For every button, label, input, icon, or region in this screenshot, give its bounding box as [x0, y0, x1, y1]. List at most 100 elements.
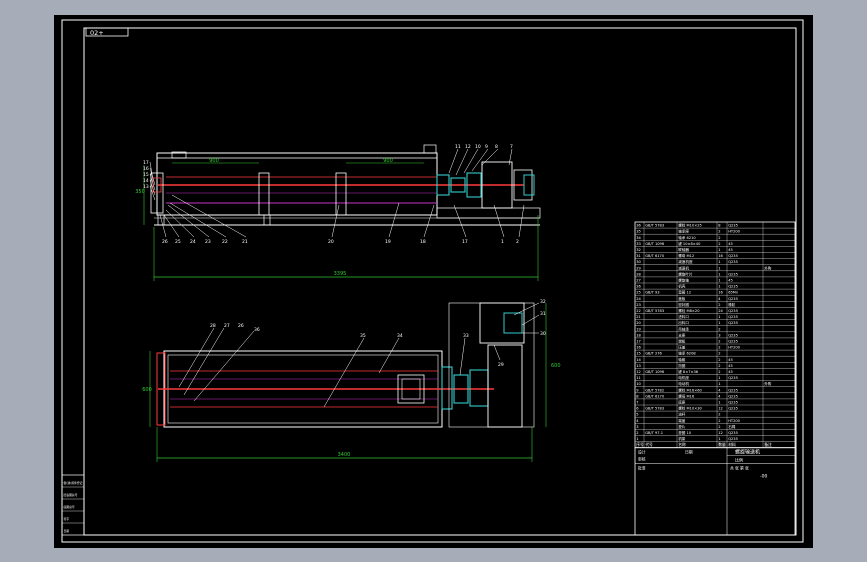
- bom-cell: Q235: [728, 376, 738, 380]
- revision-row-label: 签字: [64, 517, 70, 521]
- bom-cell: 轴承座: [678, 229, 689, 234]
- bom-cell: Q235: [728, 272, 738, 276]
- bom-cell: GB/T 6170: [645, 394, 665, 398]
- front-support-left: [157, 214, 165, 226]
- bom-cell: Q235: [728, 401, 738, 405]
- top-motor-end: [503, 312, 523, 334]
- front-callout: 16: [143, 166, 149, 172]
- bom-cell: 24: [718, 309, 723, 313]
- bom-cell: GB/T 93: [645, 291, 659, 295]
- front-outlet: [423, 144, 437, 154]
- bom-cell: 1: [718, 382, 720, 386]
- bom-cell: 电动机: [678, 381, 689, 386]
- front-callout: 9: [485, 144, 488, 150]
- bom-cell: 挡圈: [678, 363, 686, 368]
- top-callout: 29: [498, 362, 504, 368]
- bom-cell: 36: [636, 224, 641, 228]
- front-support-mid: [263, 214, 271, 226]
- front-dim-right: 900: [383, 158, 393, 164]
- bom-cell: 螺栓 M10×25: [678, 223, 702, 228]
- inner-border: [83, 27, 797, 536]
- bom-cell: 21: [636, 315, 641, 319]
- cad-viewport[interactable]: 02+ 3395 900 900 350 11 12 10 9 8 7 17 1…: [0, 0, 867, 562]
- front-dim-left: 900: [209, 158, 219, 164]
- bom-cell: Q235: [728, 407, 738, 411]
- front-callout: 8: [495, 144, 498, 150]
- front-drive-base: [436, 207, 541, 219]
- front-callout: 21: [242, 239, 248, 245]
- bom-cell: 2: [718, 358, 720, 362]
- top-motor: [479, 302, 525, 344]
- revision-row-label: 底图总号: [64, 505, 75, 509]
- bom-cell: 垫圈 10: [678, 430, 692, 435]
- bom-header-cell: 数量: [718, 442, 726, 447]
- front-callout: 13: [143, 184, 149, 190]
- bom-cell: 1: [718, 321, 720, 325]
- front-callout: 17: [143, 160, 149, 166]
- bom-cell: 2: [718, 236, 720, 240]
- title-block-approver-label: 批准: [638, 466, 646, 471]
- bom-cell: 石棉: [728, 424, 736, 429]
- bom-header-cell: 名称: [678, 442, 686, 447]
- bom-cell: 4: [718, 388, 721, 392]
- bom-cell: 橡胶: [728, 302, 736, 307]
- bom-cell: 2: [718, 352, 720, 356]
- top-callout: 28: [210, 323, 216, 329]
- bom-cell: 4: [718, 394, 721, 398]
- front-callout: 23: [205, 239, 211, 245]
- bom-cell: 32: [636, 248, 641, 252]
- bom-cell: 机壳: [678, 284, 686, 289]
- bom-cell: HT200: [728, 346, 740, 350]
- bom-cell: 65Mn: [728, 291, 738, 295]
- bom-cell: 1: [718, 437, 720, 441]
- front-callout: 10: [475, 144, 481, 150]
- top-callout: 36: [254, 327, 260, 333]
- front-callout: 17: [462, 239, 468, 245]
- bom-cell: 13: [636, 364, 641, 368]
- bom-cell: 垫圈 12: [678, 290, 691, 295]
- front-view: 3395 900 900 350 11 12 10 9 8 7 17 16 15…: [135, 144, 541, 281]
- title-block-scale-label: 比例: [735, 457, 743, 463]
- front-dim-overall: 3395: [334, 271, 347, 277]
- bom-cell: 3: [636, 425, 638, 429]
- bom-cell: GB/T 6170: [645, 254, 665, 258]
- bom-cell: 压盖: [678, 345, 686, 350]
- front-callout: 1: [501, 239, 504, 245]
- bom-cell: 密封圈: [678, 302, 689, 307]
- bom-cell: 电机座: [678, 375, 689, 380]
- bom-cell: 25: [636, 291, 641, 295]
- bom-cell: 垫片: [678, 424, 686, 429]
- bom-cell: Q235: [728, 224, 738, 228]
- bom-cell: 11: [636, 376, 641, 380]
- drawing-canvas[interactable]: 02+ 3395 900 900 350 11 12 10 9 8 7 17 1…: [54, 15, 813, 548]
- bom-cell: Q235: [728, 285, 738, 289]
- bom-cell: 45: [728, 364, 733, 368]
- bom-cell: 26: [636, 285, 641, 289]
- bom-cell: 螺旋叶片: [678, 271, 693, 276]
- front-callout: 11: [455, 144, 461, 150]
- bom-cell: 12: [718, 431, 723, 435]
- front-callout: 18: [420, 239, 426, 245]
- bom-cell: GB/T 5783: [645, 224, 664, 228]
- bom-cell: 联轴器: [678, 247, 689, 252]
- bom-cell: 1: [718, 248, 720, 252]
- bom-cell: 16: [718, 291, 723, 295]
- bom-cell: 28: [636, 272, 641, 276]
- bom-cell: Q235: [728, 309, 738, 313]
- bom-cell: Q235: [728, 333, 738, 337]
- bom-cell: 45: [728, 358, 733, 362]
- bom-cell: 轴承 6210: [678, 235, 696, 240]
- bom-cell: 机架: [678, 436, 686, 441]
- bom-cell: 键 10×8×40: [678, 241, 701, 246]
- bom-cell: 18: [636, 333, 641, 337]
- bom-cell: 31: [636, 254, 641, 258]
- bom-cell: 端盖: [678, 418, 686, 423]
- bom-cell: Q235: [728, 260, 738, 264]
- front-callout: 22: [222, 239, 228, 245]
- title-block-sheet-label: 共 张 第 张: [730, 466, 749, 471]
- bom-cell: 34: [636, 236, 641, 240]
- top-callout: 34: [397, 333, 403, 339]
- top-view: 3400 600 600 28 27 26 36 35 34 33 32 31 …: [142, 299, 561, 462]
- bom-cell: 出料口: [678, 320, 689, 325]
- front-callout: 2: [516, 239, 519, 245]
